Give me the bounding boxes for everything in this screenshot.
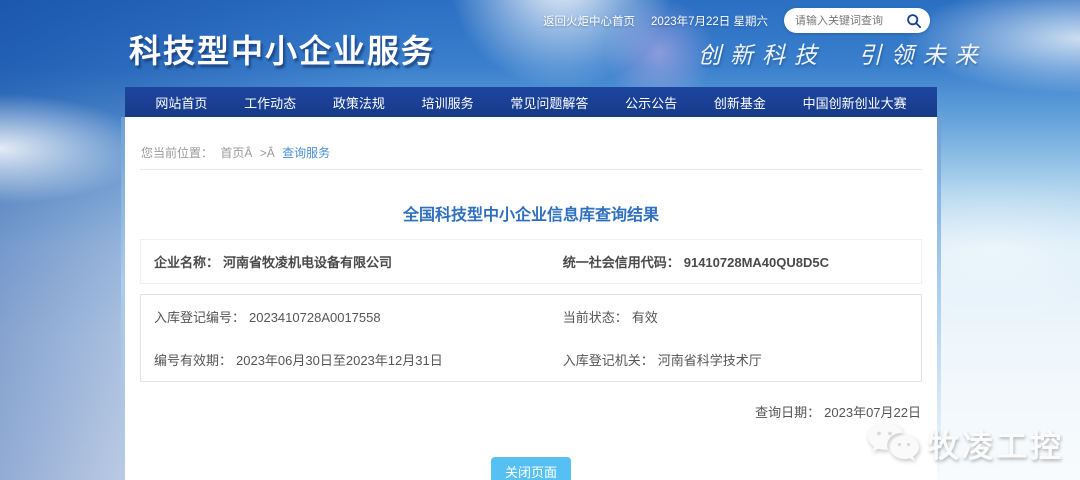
- nav-item-faq[interactable]: 常见问题解答: [510, 93, 588, 112]
- query-date: 查询日期： 2023年07月22日: [125, 402, 921, 421]
- top-utility-bar: 返回火炬中心首页 2023年7月22日 星期六: [543, 8, 930, 33]
- breadcrumb-label: 您当前位置：: [141, 146, 213, 160]
- table-row: 企业名称： 河南省牧凌机电设备有限公司 统一社会信用代码： 91410728MA40…: [141, 240, 921, 283]
- content-panel: 您当前位置： 首页Â >Â 查询服务 全国科技型中小企业信息库查询结果 企业名称…: [125, 117, 937, 480]
- torch-center-home-link[interactable]: 返回火炬中心首页: [543, 13, 635, 29]
- company-info-box: 企业名称： 河南省牧凌机电设备有限公司 统一社会信用代码： 91410728MA40…: [140, 239, 922, 284]
- nav-item-innovation-fund[interactable]: 创新基金: [714, 93, 766, 112]
- table-row: 编号有效期： 2023年06月30日至2023年12月31日 入库登记机关： 河南省…: [141, 338, 921, 381]
- watermark-text: 牧凌工控: [928, 421, 1064, 466]
- nav-item-policies[interactable]: 政策法规: [333, 93, 385, 112]
- validity-label: 编号有效期：: [154, 353, 232, 368]
- breadcrumb-current-link[interactable]: 查询服务: [282, 146, 330, 160]
- status-label: 当前状态：: [563, 310, 628, 325]
- credit-code-cell: 统一社会信用代码： 91410728MA40QU8D5C: [550, 240, 921, 283]
- breadcrumb-separator: >Â: [260, 146, 275, 160]
- reg-number-cell: 入库登记编号： 2023410728A0017558: [141, 295, 550, 338]
- credit-code-value: 91410728MA40QU8D5C: [684, 255, 829, 270]
- authority-label: 入库登记机关：: [563, 353, 654, 368]
- nav-item-home[interactable]: 网站首页: [155, 93, 207, 112]
- reg-number-value: 2023410728A0017558: [249, 310, 381, 325]
- company-name-cell: 企业名称： 河南省牧凌机电设备有限公司: [141, 240, 550, 283]
- search-input[interactable]: [795, 15, 906, 27]
- wechat-icon: [864, 420, 922, 466]
- breadcrumb-home[interactable]: 首页Â: [220, 146, 252, 160]
- search-icon[interactable]: [906, 13, 922, 29]
- registration-info-box: 入库登记编号： 2023410728A0017558 当前状态： 有效 编号有效期：…: [140, 294, 922, 382]
- reg-number-label: 入库登记编号：: [154, 310, 245, 325]
- site-title: 科技型中小企业服务: [129, 26, 435, 72]
- site-slogan: 创新科技 引领未来: [698, 36, 987, 70]
- status-cell: 当前状态： 有效: [550, 295, 921, 338]
- breadcrumb-divider: [140, 169, 922, 170]
- main-nav: 网站首页 工作动态 政策法规 培训服务 常见问题解答 公示公告 创新基金 中国创…: [125, 87, 937, 117]
- nav-item-innovation-competition[interactable]: 中国创新创业大赛: [803, 93, 907, 112]
- page: 返回火炬中心首页 2023年7月22日 星期六 科技型中小企业服务 创新科技 引…: [0, 0, 1080, 480]
- company-name-value: 河南省牧凌机电设备有限公司: [223, 255, 392, 270]
- table-row: 入库登记编号： 2023410728A0017558 当前状态： 有效: [141, 295, 921, 338]
- nav-item-announcements[interactable]: 公示公告: [625, 93, 677, 112]
- watermark: 牧凌工控: [864, 420, 1064, 466]
- close-page-button[interactable]: 关闭页面: [491, 457, 571, 480]
- breadcrumb: 您当前位置： 首页Â >Â 查询服务: [125, 117, 937, 169]
- company-name-label: 企业名称：: [154, 255, 219, 270]
- query-date-label: 查询日期：: [755, 405, 820, 420]
- authority-value: 河南省科学技术厅: [658, 353, 762, 368]
- nav-item-training[interactable]: 培训服务: [422, 93, 474, 112]
- nav-item-work-news[interactable]: 工作动态: [244, 93, 296, 112]
- current-date: 2023年7月22日 星期六: [651, 13, 768, 29]
- search-box[interactable]: [784, 8, 930, 33]
- authority-cell: 入库登记机关： 河南省科学技术厅: [550, 338, 921, 381]
- query-date-value: 2023年07月22日: [824, 405, 921, 420]
- credit-code-label: 统一社会信用代码：: [563, 255, 680, 270]
- validity-cell: 编号有效期： 2023年06月30日至2023年12月31日: [141, 338, 550, 381]
- validity-value: 2023年06月30日至2023年12月31日: [236, 353, 443, 368]
- result-title: 全国科技型中小企业信息库查询结果: [125, 201, 937, 225]
- status-value: 有效: [632, 310, 658, 325]
